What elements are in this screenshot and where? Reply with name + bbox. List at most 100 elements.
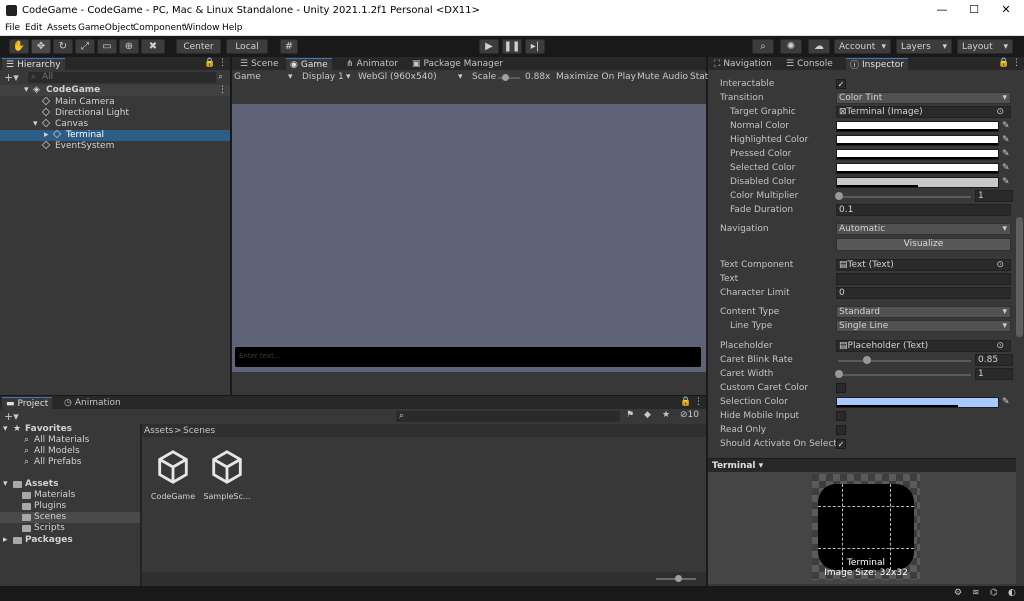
- project-tree-scenes[interactable]: Scenes: [0, 512, 140, 523]
- account-dropdown[interactable]: Account ▾: [834, 39, 891, 54]
- mute-audio-toggle[interactable]: Mute Audio: [637, 72, 688, 82]
- custom-caret-color-checkbox[interactable]: [836, 383, 846, 393]
- hierarchy-item-canvas[interactable]: ▾ Canvas: [0, 118, 230, 130]
- cloud-button[interactable]: ☁: [808, 39, 830, 54]
- debug-icon[interactable]: ⚙: [954, 588, 962, 598]
- search-button[interactable]: ⌕: [752, 39, 774, 54]
- eyedropper-icon[interactable]: ✎: [1002, 149, 1010, 159]
- tab-inspector[interactable]: ⓘ Inspector: [846, 58, 908, 71]
- color-multiplier-knob[interactable]: [835, 192, 843, 200]
- caret-width-value[interactable]: 1: [975, 368, 1013, 380]
- menu-window[interactable]: Window: [184, 23, 220, 33]
- asset-codegame[interactable]: CodeGame: [150, 448, 196, 501]
- hand-tool-button[interactable]: ✋: [9, 39, 29, 54]
- eyedropper-icon[interactable]: ✎: [1002, 177, 1010, 187]
- eyedropper-icon[interactable]: ✎: [1002, 135, 1010, 145]
- transform-tool-button[interactable]: ⊕: [119, 39, 139, 54]
- target-graphic-field[interactable]: ⊠Terminal (Image) ⊙: [836, 106, 1011, 118]
- rect-tool-button[interactable]: ▭: [97, 39, 117, 54]
- grid-snap-button[interactable]: #: [280, 39, 298, 54]
- hierarchy-item-eventsystem[interactable]: EventSystem: [0, 140, 230, 152]
- favorite-star-icon[interactable]: ★: [662, 410, 670, 420]
- text-field[interactable]: [836, 273, 1011, 285]
- fade-duration-field[interactable]: 0.1: [836, 204, 1011, 216]
- collapse-arrow-icon[interactable]: ▸: [44, 130, 49, 140]
- layout-dropdown[interactable]: Layout ▾: [957, 39, 1013, 54]
- interactable-checkbox[interactable]: ✓: [836, 79, 846, 89]
- project-tree-materials[interactable]: Materials: [0, 490, 140, 501]
- lock-icon[interactable]: 🔒: [204, 58, 215, 68]
- add-object-button[interactable]: +▾: [4, 71, 19, 84]
- eyedropper-icon[interactable]: ✎: [1002, 397, 1010, 407]
- rotate-tool-button[interactable]: ↻: [53, 39, 73, 54]
- project-tree-packages[interactable]: ▸ Packages: [0, 535, 140, 546]
- eyedropper-icon[interactable]: ✎: [1002, 121, 1010, 131]
- filter-icon[interactable]: ⌕: [218, 72, 223, 82]
- caret-blink-rate-knob[interactable]: [863, 356, 871, 364]
- content-type-dropdown[interactable]: Standard: [836, 306, 1011, 318]
- move-tool-button[interactable]: ✥: [31, 39, 51, 54]
- character-limit-field[interactable]: 0: [836, 287, 1011, 299]
- tab-animator[interactable]: ⋔ Animator: [342, 58, 402, 70]
- selected-color-swatch[interactable]: [836, 163, 999, 174]
- collab-button[interactable]: ✺: [780, 39, 802, 54]
- hierarchy-item-directional-light[interactable]: Directional Light: [0, 107, 230, 119]
- project-tree-scripts[interactable]: Scripts: [0, 523, 140, 534]
- preview-title[interactable]: Terminal ▾: [712, 461, 763, 471]
- read-only-checkbox[interactable]: [836, 425, 846, 435]
- layers-stack-icon[interactable]: ≋: [972, 588, 980, 598]
- visualize-button[interactable]: Visualize: [836, 238, 1011, 251]
- breadcrumb-assets[interactable]: Assets: [144, 426, 173, 436]
- should-activate-checkbox[interactable]: ✓: [836, 439, 846, 449]
- tab-game[interactable]: ◉ Game: [286, 58, 332, 70]
- menu-help[interactable]: Help: [222, 23, 243, 33]
- project-tree-favorites[interactable]: ▾ ★ Favorites: [0, 424, 140, 435]
- tab-scene[interactable]: ☰ Scene: [236, 58, 283, 70]
- caret-blink-rate-slider[interactable]: [838, 360, 971, 362]
- asset-samplescene[interactable]: SampleSc...: [203, 448, 251, 501]
- hierarchy-item-terminal[interactable]: ▸ Terminal: [0, 129, 230, 141]
- kebab-menu-icon[interactable]: ⋮: [218, 85, 227, 95]
- caret-blink-rate-value[interactable]: 0.85: [975, 354, 1013, 366]
- disabled-color-swatch[interactable]: [836, 177, 999, 188]
- expand-arrow-icon[interactable]: ▾: [3, 424, 8, 434]
- text-component-field[interactable]: ▤Text (Text) ⊙: [836, 259, 1011, 271]
- expand-arrow-icon[interactable]: ▾: [33, 119, 38, 129]
- hidden-packages-toggle[interactable]: ⊘10: [680, 410, 699, 420]
- network-icon[interactable]: ⌬: [990, 588, 998, 598]
- project-search-input[interactable]: ⌕: [396, 411, 620, 422]
- minimize-button[interactable]: —: [928, 3, 956, 19]
- expand-arrow-icon[interactable]: ▾: [3, 479, 8, 489]
- caret-width-slider[interactable]: [838, 374, 971, 376]
- tab-console[interactable]: ☰ Console: [782, 58, 837, 70]
- tab-animation[interactable]: ◷ Animation: [60, 397, 125, 409]
- selection-color-swatch[interactable]: [836, 397, 999, 408]
- game-viewport[interactable]: Enter text...: [232, 104, 706, 372]
- breadcrumb-scenes[interactable]: Scenes: [183, 426, 215, 436]
- progress-icon[interactable]: ◐: [1008, 588, 1016, 598]
- play-button[interactable]: ▶: [479, 39, 499, 54]
- tab-project[interactable]: ▬ Project: [2, 397, 53, 409]
- menu-component[interactable]: Component: [133, 23, 185, 33]
- terminal-input-field[interactable]: Enter text...: [235, 347, 701, 367]
- pressed-color-swatch[interactable]: [836, 149, 999, 160]
- custom-tool-button[interactable]: ✖: [141, 39, 165, 54]
- resolution-dropdown[interactable]: WebGl (960x540) ▾: [356, 71, 466, 84]
- line-type-dropdown[interactable]: Single Line: [836, 320, 1011, 332]
- project-tree-plugins[interactable]: Plugins: [0, 501, 140, 512]
- project-tree-all-materials[interactable]: ⌕ All Materials: [0, 435, 140, 446]
- inspector-scrollbar[interactable]: [1016, 217, 1023, 337]
- step-button[interactable]: ▸|: [525, 39, 545, 54]
- tab-hierarchy[interactable]: ☰ Hierarchy: [2, 58, 65, 70]
- color-multiplier-value[interactable]: 1: [975, 190, 1013, 202]
- menu-edit[interactable]: Edit: [25, 23, 42, 33]
- stats-toggle[interactable]: Stat: [690, 72, 708, 82]
- hierarchy-search-input[interactable]: ⌕ All: [28, 72, 216, 83]
- hide-mobile-input-checkbox[interactable]: [836, 411, 846, 421]
- kebab-menu-icon[interactable]: ⋮: [218, 58, 227, 68]
- transition-dropdown[interactable]: Color Tint: [836, 92, 1011, 104]
- lock-icon[interactable]: 🔒: [680, 397, 691, 407]
- filter-by-label-icon[interactable]: ◆: [644, 410, 651, 420]
- collapse-arrow-icon[interactable]: ▸: [3, 535, 8, 545]
- object-picker-icon[interactable]: ⊙: [996, 260, 1004, 271]
